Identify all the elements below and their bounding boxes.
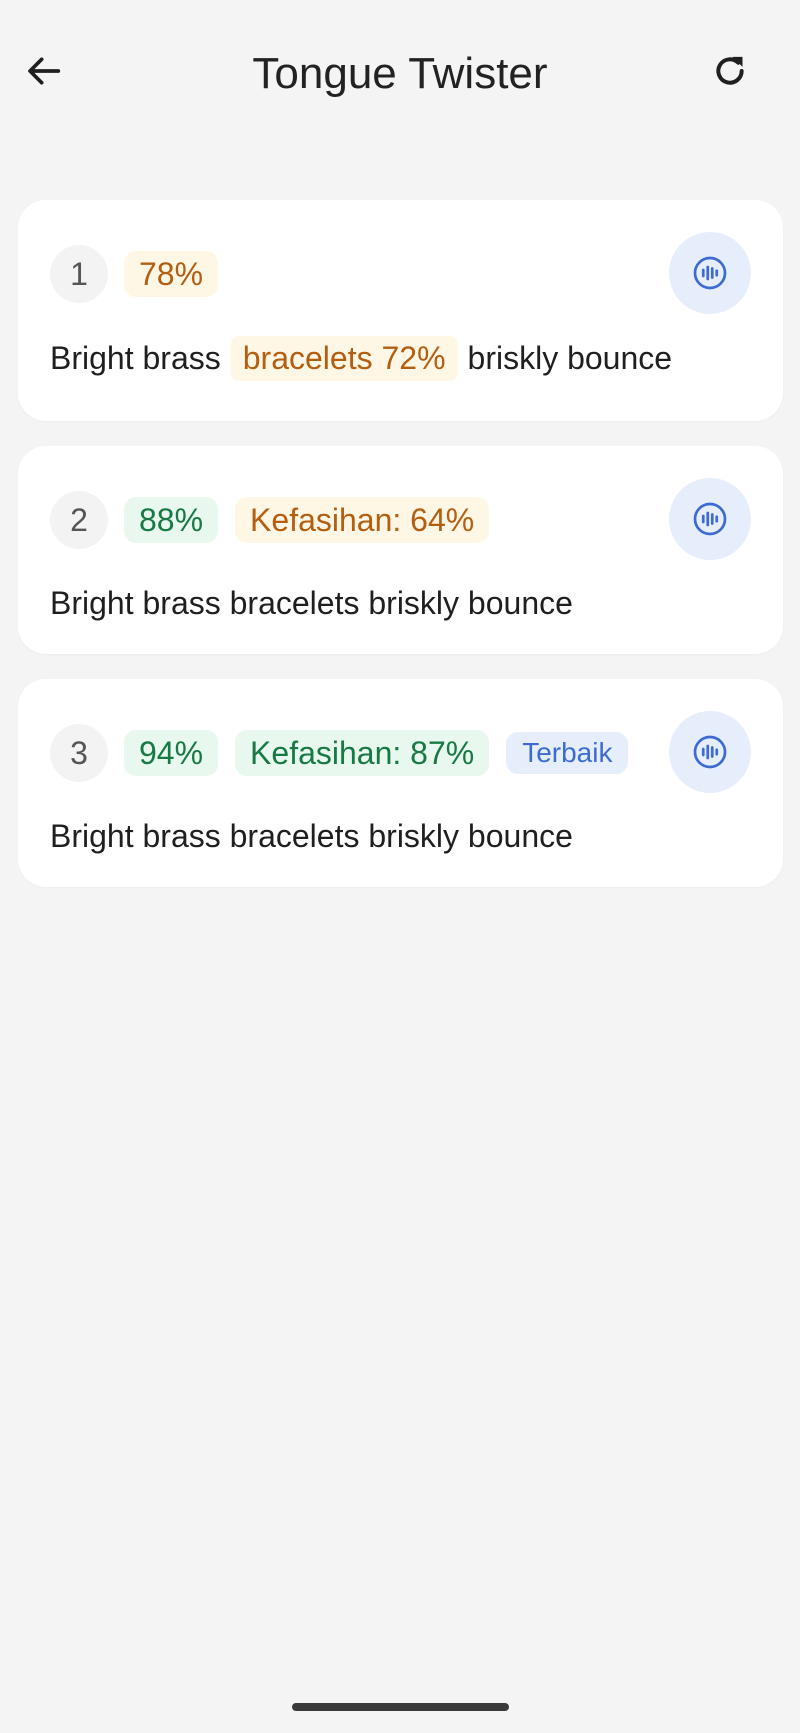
attempt-sentence: Bright brass bracelets briskly bounce: [50, 584, 573, 621]
fluency-badge: Kefasihan: 64%: [235, 497, 490, 543]
refresh-button[interactable]: [703, 44, 757, 98]
score-badge: 88%: [124, 497, 219, 543]
audio-waveform-icon: [693, 502, 727, 536]
attempt-header: 2 88% Kefasihan: 64%: [50, 490, 751, 550]
audio-waveform-icon: [693, 735, 727, 769]
attempt-header: 1 78%: [50, 244, 751, 304]
attempt-card: 3 94% Kefasihan: 87% Terbaik Bright bras…: [18, 679, 783, 887]
attempt-sentence: Bright brass bracelets 72% briskly bounc…: [50, 333, 763, 383]
app-bar: Tongue Twister: [0, 0, 800, 150]
sentence-part: briskly bounce: [467, 339, 673, 376]
play-recording-button[interactable]: [669, 478, 751, 560]
page-title: Tongue Twister: [252, 49, 548, 98]
play-recording-button[interactable]: [669, 711, 751, 793]
attempt-header: 3 94% Kefasihan: 87% Terbaik: [50, 723, 751, 783]
attempt-number: 3: [50, 724, 108, 782]
attempt-number: 2: [50, 491, 108, 549]
refresh-icon: [716, 56, 744, 85]
attempt-number: 1: [50, 245, 108, 303]
sentence-part: Bright brass: [50, 339, 221, 376]
audio-waveform-icon: [693, 256, 727, 290]
best-badge: Terbaik: [506, 732, 629, 774]
mispronounced-word[interactable]: bracelets 72%: [230, 335, 458, 381]
attempt-card: 1 78% Bright brass bracelets 72% briskly…: [18, 200, 783, 421]
fluency-badge: Kefasihan: 87%: [235, 730, 490, 776]
home-indicator[interactable]: [292, 1703, 509, 1711]
attempt-list: 1 78% Bright brass bracelets 72% briskly…: [18, 200, 783, 912]
attempt-sentence: Bright brass bracelets briskly bounce: [50, 817, 573, 854]
score-badge: 78%: [124, 251, 219, 297]
attempt-card: 2 88% Kefasihan: 64% Bright brass bracel…: [18, 446, 783, 654]
score-badge: 94%: [124, 730, 219, 776]
play-recording-button[interactable]: [669, 232, 751, 314]
